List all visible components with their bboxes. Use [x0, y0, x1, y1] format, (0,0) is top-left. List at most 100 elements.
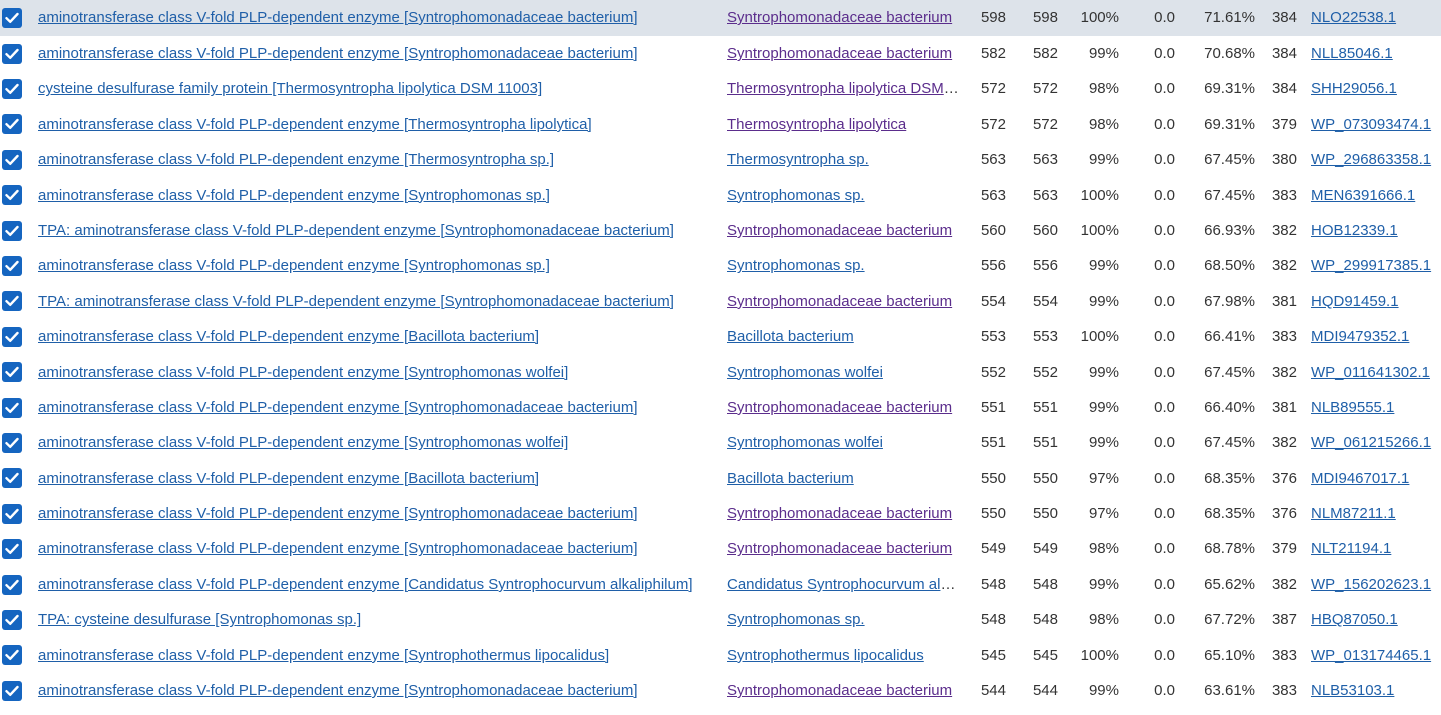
accession-link[interactable]: WP_296863358.1: [1311, 151, 1431, 168]
table-row[interactable]: cysteine desulfurase family protein [The…: [0, 71, 1441, 106]
description-link[interactable]: aminotransferase class V-fold PLP-depend…: [38, 682, 638, 699]
organism-cell[interactable]: Syntrophomonas wolfei: [727, 355, 959, 390]
organism-link[interactable]: Thermosyntropha lipolytica DSM 11003: [727, 80, 959, 97]
row-checkbox[interactable]: [2, 645, 22, 666]
accession-cell[interactable]: MDI9479352.1: [1311, 319, 1441, 354]
description-cell[interactable]: aminotransferase class V-fold PLP-depend…: [38, 673, 722, 708]
table-row[interactable]: aminotransferase class V-fold PLP-depend…: [0, 36, 1441, 71]
accession-cell[interactable]: NLO22538.1: [1311, 0, 1441, 36]
organism-link[interactable]: Thermosyntropha sp.: [727, 151, 869, 168]
accession-cell[interactable]: NLM87211.1: [1311, 496, 1441, 531]
organism-cell[interactable]: Syntrophomonadaceae bacterium: [727, 284, 959, 319]
description-link[interactable]: aminotransferase class V-fold PLP-depend…: [38, 364, 568, 381]
description-cell[interactable]: aminotransferase class V-fold PLP-depend…: [38, 496, 722, 531]
description-link[interactable]: aminotransferase class V-fold PLP-depend…: [38, 116, 592, 133]
description-cell[interactable]: TPA: aminotransferase class V-fold PLP-d…: [38, 284, 722, 319]
description-cell[interactable]: aminotransferase class V-fold PLP-depend…: [38, 531, 722, 566]
organism-cell[interactable]: Thermosyntropha lipolytica: [727, 107, 959, 142]
description-link[interactable]: aminotransferase class V-fold PLP-depend…: [38, 45, 638, 62]
description-link[interactable]: aminotransferase class V-fold PLP-depend…: [38, 434, 568, 451]
accession-link[interactable]: WP_299917385.1: [1311, 257, 1431, 274]
table-row[interactable]: aminotransferase class V-fold PLP-depend…: [0, 0, 1441, 36]
organism-link[interactable]: Syntrophomonadaceae bacterium: [727, 45, 952, 62]
row-checkbox[interactable]: [2, 326, 22, 347]
organism-link[interactable]: Syntrophomonas wolfei: [727, 364, 883, 381]
description-cell[interactable]: aminotransferase class V-fold PLP-depend…: [38, 178, 722, 213]
accession-cell[interactable]: SHH29056.1: [1311, 71, 1441, 106]
organism-cell[interactable]: Syntrophomonadaceae bacterium: [727, 0, 959, 36]
organism-link[interactable]: Bacillota bacterium: [727, 328, 854, 345]
organism-link[interactable]: Syntrophomonas sp.: [727, 187, 865, 204]
description-cell[interactable]: cysteine desulfurase family protein [The…: [38, 71, 722, 106]
organism-cell[interactable]: Bacillota bacterium: [727, 461, 959, 496]
row-checkbox[interactable]: [2, 503, 22, 524]
table-row[interactable]: aminotransferase class V-fold PLP-depend…: [0, 248, 1441, 283]
organism-link[interactable]: Thermosyntropha lipolytica: [727, 116, 906, 133]
accession-cell[interactable]: NLT21194.1: [1311, 531, 1441, 566]
accession-link[interactable]: WP_073093474.1: [1311, 116, 1431, 133]
row-checkbox[interactable]: [2, 8, 22, 28]
description-cell[interactable]: TPA: aminotransferase class V-fold PLP-d…: [38, 213, 722, 248]
organism-cell[interactable]: Syntrophomonadaceae bacterium: [727, 390, 959, 425]
description-cell[interactable]: aminotransferase class V-fold PLP-depend…: [38, 567, 722, 602]
accession-link[interactable]: NLB89555.1: [1311, 399, 1394, 416]
organism-link[interactable]: Syntrophomonadaceae bacterium: [727, 505, 952, 522]
organism-link[interactable]: Syntrophomonadaceae bacterium: [727, 9, 952, 26]
table-row[interactable]: aminotransferase class V-fold PLP-depend…: [0, 319, 1441, 354]
row-checkbox[interactable]: [2, 220, 22, 241]
accession-cell[interactable]: NLB53103.1: [1311, 673, 1441, 708]
organism-link[interactable]: Syntrophomonadaceae bacterium: [727, 540, 952, 557]
description-cell[interactable]: aminotransferase class V-fold PLP-depend…: [38, 319, 722, 354]
accession-link[interactable]: MDI9467017.1: [1311, 470, 1409, 487]
organism-link[interactable]: Syntrophomonadaceae bacterium: [727, 293, 952, 310]
organism-link[interactable]: Syntrophomonas sp.: [727, 611, 865, 628]
organism-link[interactable]: Candidatus Syntrophocurvum alkaliphilum: [727, 576, 959, 593]
description-cell[interactable]: aminotransferase class V-fold PLP-depend…: [38, 0, 722, 36]
row-checkbox[interactable]: [2, 149, 22, 170]
accession-cell[interactable]: HBQ87050.1: [1311, 602, 1441, 637]
accession-link[interactable]: HQD91459.1: [1311, 293, 1399, 310]
description-link[interactable]: aminotransferase class V-fold PLP-depend…: [38, 505, 638, 522]
organism-link[interactable]: Syntrophomonas wolfei: [727, 434, 883, 451]
organism-link[interactable]: Syntrophomonadaceae bacterium: [727, 222, 952, 239]
organism-cell[interactable]: Syntrophomonadaceae bacterium: [727, 213, 959, 248]
description-link[interactable]: aminotransferase class V-fold PLP-depend…: [38, 576, 693, 593]
accession-link[interactable]: NLL85046.1: [1311, 45, 1393, 62]
accession-link[interactable]: MEN6391666.1: [1311, 187, 1415, 204]
organism-cell[interactable]: Syntrophomonas sp.: [727, 178, 959, 213]
description-link[interactable]: TPA: cysteine desulfurase [Syntrophomona…: [38, 611, 361, 628]
table-row[interactable]: aminotransferase class V-fold PLP-depend…: [0, 142, 1441, 177]
organism-link[interactable]: Syntrophomonadaceae bacterium: [727, 399, 952, 416]
table-row[interactable]: aminotransferase class V-fold PLP-depend…: [0, 496, 1441, 531]
accession-cell[interactable]: WP_073093474.1: [1311, 107, 1441, 142]
organism-cell[interactable]: Syntrophomonas sp.: [727, 248, 959, 283]
row-checkbox[interactable]: [2, 114, 22, 135]
accession-link[interactable]: SHH29056.1: [1311, 80, 1397, 97]
organism-link[interactable]: Syntrophothermus lipocalidus: [727, 647, 924, 664]
row-checkbox[interactable]: [2, 43, 22, 64]
table-row[interactable]: aminotransferase class V-fold PLP-depend…: [0, 390, 1441, 425]
table-row[interactable]: aminotransferase class V-fold PLP-depend…: [0, 178, 1441, 213]
row-checkbox[interactable]: [2, 256, 22, 277]
organism-cell[interactable]: Thermosyntropha sp.: [727, 142, 959, 177]
table-row[interactable]: aminotransferase class V-fold PLP-depend…: [0, 638, 1441, 673]
accession-cell[interactable]: WP_011641302.1: [1311, 355, 1441, 390]
organism-cell[interactable]: Syntrophomonas sp.: [727, 602, 959, 637]
description-cell[interactable]: aminotransferase class V-fold PLP-depend…: [38, 248, 722, 283]
table-row[interactable]: TPA: aminotransferase class V-fold PLP-d…: [0, 213, 1441, 248]
accession-cell[interactable]: WP_296863358.1: [1311, 142, 1441, 177]
organism-cell[interactable]: Syntrophomonadaceae bacterium: [727, 531, 959, 566]
organism-cell[interactable]: Bacillota bacterium: [727, 319, 959, 354]
row-checkbox[interactable]: [2, 680, 22, 701]
accession-link[interactable]: NLM87211.1: [1311, 505, 1396, 522]
table-row[interactable]: aminotransferase class V-fold PLP-depend…: [0, 355, 1441, 390]
accession-cell[interactable]: WP_299917385.1: [1311, 248, 1441, 283]
description-link[interactable]: aminotransferase class V-fold PLP-depend…: [38, 328, 539, 345]
accession-link[interactable]: MDI9479352.1: [1311, 328, 1409, 345]
accession-link[interactable]: NLB53103.1: [1311, 682, 1394, 699]
accession-link[interactable]: NLT21194.1: [1311, 540, 1391, 557]
table-row[interactable]: aminotransferase class V-fold PLP-depend…: [0, 461, 1441, 496]
organism-cell[interactable]: Thermosyntropha lipolytica DSM 11003: [727, 71, 959, 106]
table-row[interactable]: aminotransferase class V-fold PLP-depend…: [0, 673, 1441, 708]
organism-cell[interactable]: Syntrophomonadaceae bacterium: [727, 496, 959, 531]
